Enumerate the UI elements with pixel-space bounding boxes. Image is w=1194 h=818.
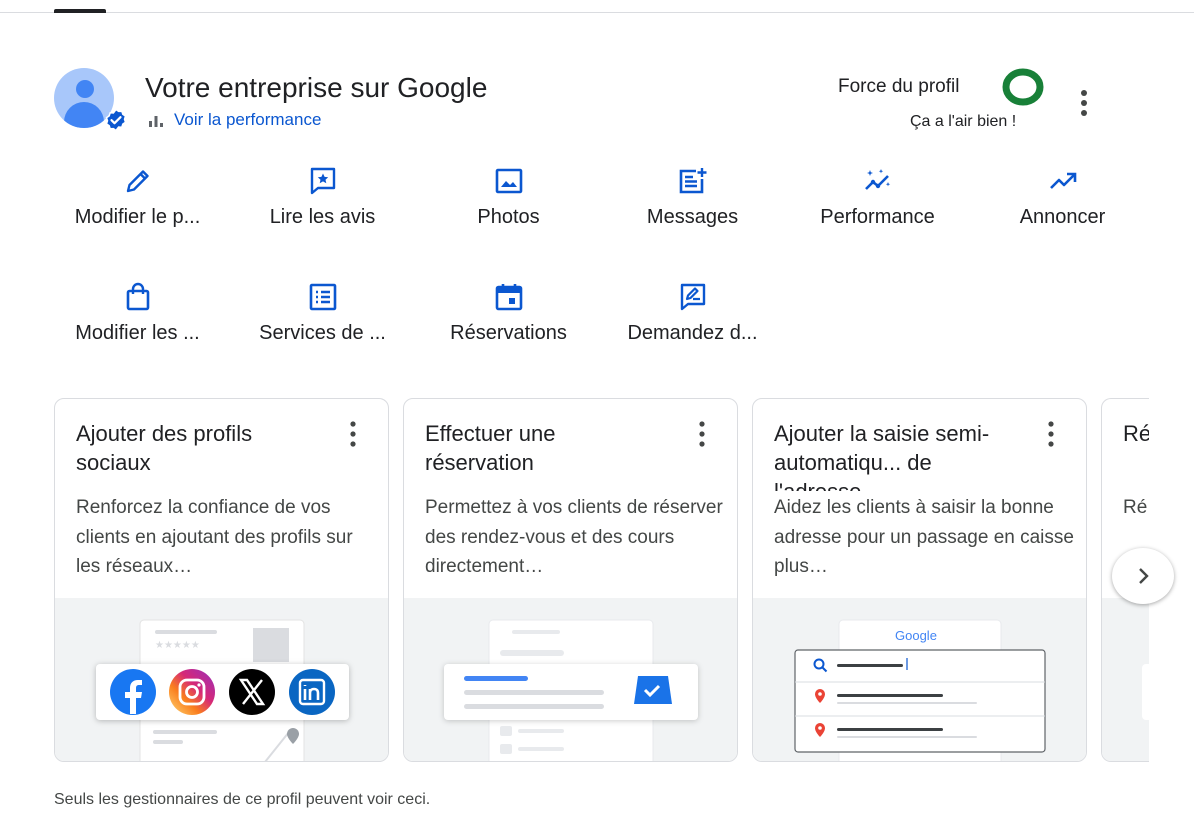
bookings-action[interactable]: Réservations <box>416 282 601 345</box>
photo-icon <box>495 168 522 194</box>
active-tab-indicator <box>54 9 106 13</box>
profile-strength-status: Ça a l'air bien ! <box>910 113 1017 130</box>
tab-divider <box>0 12 1194 13</box>
action-label: Photos <box>477 206 540 228</box>
performance-icon <box>864 169 890 190</box>
card-illustration <box>1102 598 1149 761</box>
card-description: Renforcez la confiance de vos clients en… <box>76 497 353 577</box>
action-label: Réservations <box>450 322 567 344</box>
photos-action[interactable]: Photos <box>416 166 601 229</box>
card-description: Permettez à vos clients de réserver des … <box>425 497 723 577</box>
card-title: Effectuer une réservation <box>425 421 556 475</box>
trending-up-icon <box>1049 172 1076 189</box>
card-illustration: ★★★★★ <box>55 598 388 761</box>
ask-for-reviews-action[interactable]: Demandez d... <box>600 282 785 345</box>
action-label: Performance <box>820 206 935 228</box>
edit-profile-action[interactable]: Modifier le p... <box>45 166 230 229</box>
read-reviews-action[interactable]: Lire les avis <box>230 166 415 229</box>
visibility-note: Seuls les gestionnaires de ce profil peu… <box>54 791 431 808</box>
card-title: Ré cr <box>1123 421 1149 446</box>
card-more-options-icon[interactable] <box>695 421 709 447</box>
suggestion-card-booking[interactable]: Effectuer une réservation Permettez à vo… <box>403 398 738 762</box>
verified-badge-icon <box>105 108 127 132</box>
more-options-icon[interactable] <box>1072 88 1096 118</box>
instagram-icon <box>169 669 215 715</box>
card-illustration <box>404 598 737 761</box>
rating-stars: ★★★★★ <box>155 640 200 651</box>
review-icon <box>310 167 335 195</box>
services-action[interactable]: Services de ... <box>230 282 415 345</box>
card-more-options-icon[interactable] <box>346 421 360 447</box>
card-illustration: Google <box>753 598 1086 761</box>
view-performance-link[interactable]: Voir la performance <box>148 110 321 130</box>
performance-action[interactable]: Performance <box>785 166 970 229</box>
suggestion-card-address-autocomplete[interactable]: Ajouter la saisie semi-automatiqu... de … <box>752 398 1087 762</box>
card-more-options-icon[interactable] <box>1044 421 1058 447</box>
action-label: Lire les avis <box>269 206 376 228</box>
suggestion-card-social-profiles[interactable]: Ajouter des profils sociaux Renforcez la… <box>54 398 389 762</box>
profile-strength-ring[interactable] <box>1002 68 1044 106</box>
action-label: Annoncer <box>1019 206 1106 228</box>
action-label: Demandez d... <box>627 322 758 344</box>
google-wordmark: Google <box>895 628 937 643</box>
bar-chart-icon <box>149 116 163 127</box>
page-title: Votre entreprise sur Google <box>145 72 488 103</box>
business-avatar[interactable] <box>54 68 127 132</box>
action-label: Services de ... <box>259 322 386 344</box>
shopping-bag-icon <box>126 282 149 311</box>
pencil-icon <box>126 170 149 193</box>
advertise-action[interactable]: Annoncer <box>970 166 1155 229</box>
messages-icon <box>679 168 706 194</box>
card-description: Ré 40 <box>1123 497 1149 518</box>
action-label: Modifier le p... <box>74 206 201 228</box>
carousel-next-button[interactable] <box>1112 548 1174 604</box>
calendar-icon <box>495 284 522 311</box>
card-title: Ajouter la saisie semi-automatiqu... de … <box>774 421 990 491</box>
card-title: Ajouter des profils sociaux <box>76 421 253 475</box>
view-performance-label: Voir la performance <box>174 110 322 129</box>
edit-products-action[interactable]: Modifier les ... <box>45 282 230 345</box>
action-label: Messages <box>646 206 739 228</box>
list-icon <box>309 283 336 311</box>
profile-strength-label: Force du profil <box>838 76 960 97</box>
action-label: Modifier les ... <box>75 322 200 344</box>
chevron-right-icon <box>1139 568 1149 584</box>
messages-action[interactable]: Messages <box>600 166 785 229</box>
linkedin-icon <box>289 669 335 715</box>
request-review-icon <box>680 283 705 311</box>
card-description: Aidez les clients à saisir la bonne adre… <box>774 497 1074 577</box>
